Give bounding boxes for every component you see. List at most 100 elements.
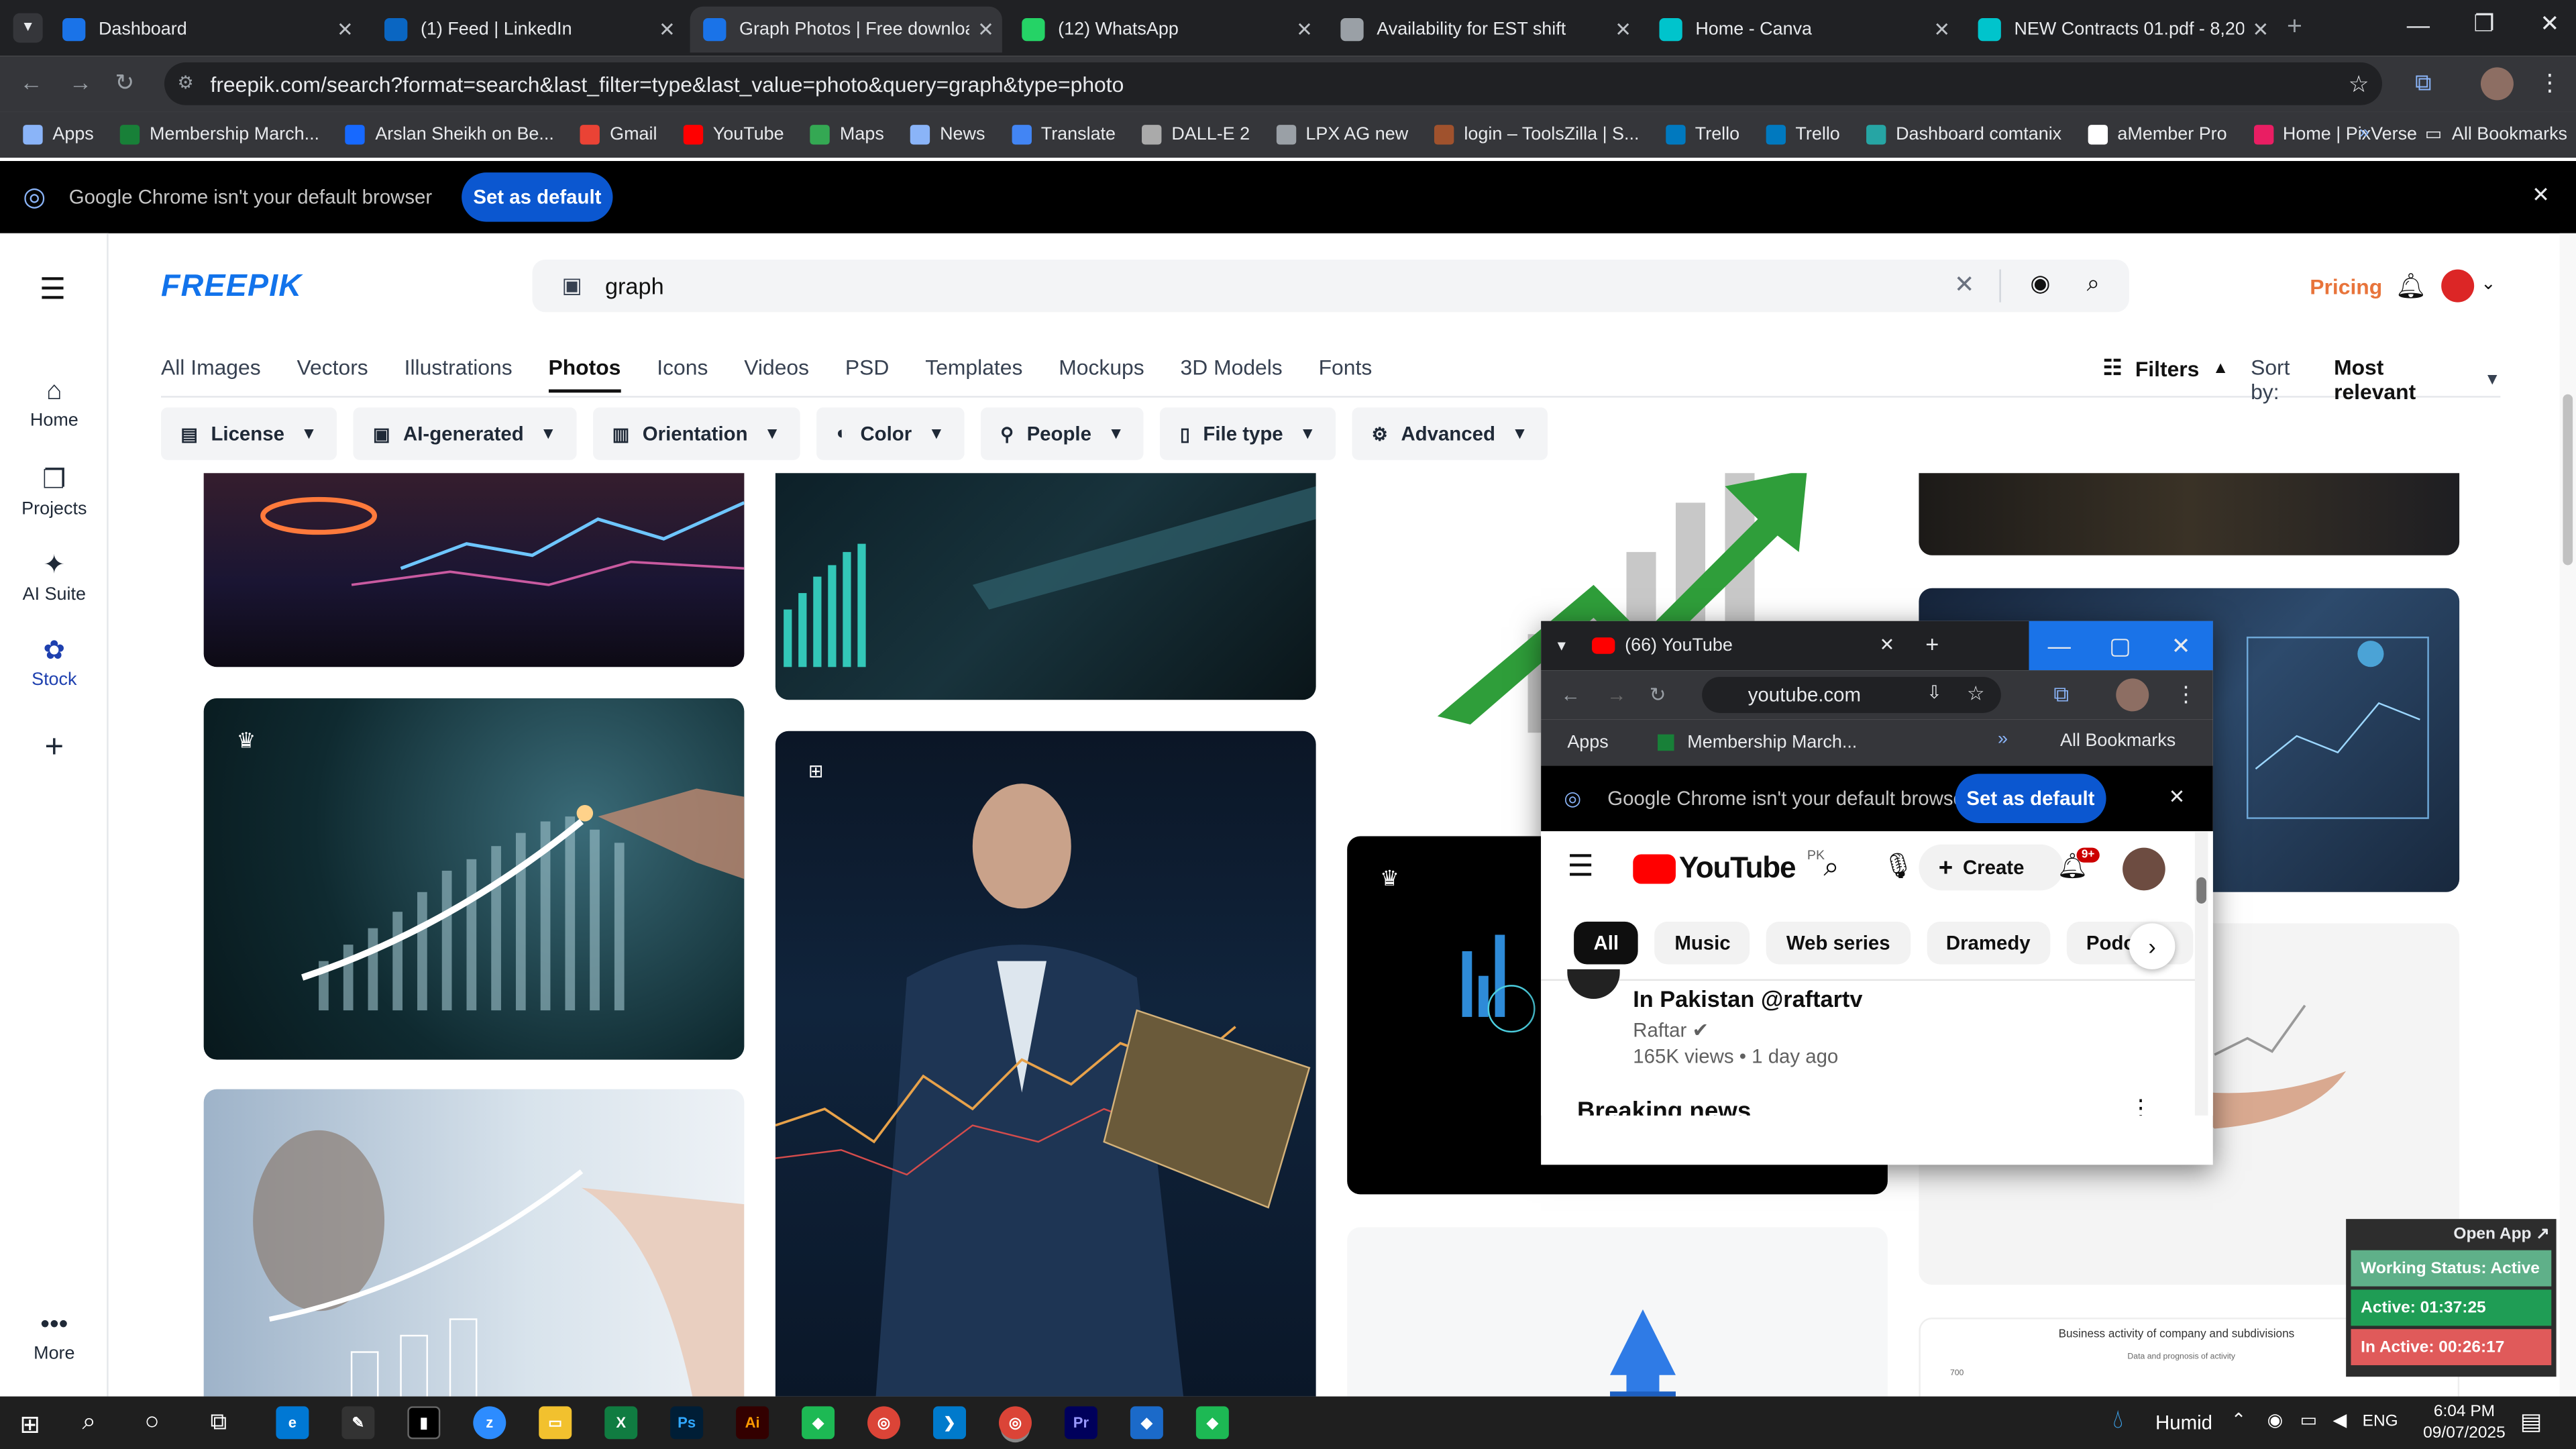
bookmark-item[interactable]: LPX AG new [1276,125,1408,145]
channel-name[interactable]: Raftar ✔ [1633,1018,1709,1041]
excel-icon[interactable]: X [604,1406,638,1440]
filter-chip[interactable]: ⚲ People ▼ [980,407,1144,460]
yt-back-icon[interactable]: ← [1561,684,1580,706]
hamburger-menu-icon[interactable]: ☰ [40,273,66,307]
yt-maximize-icon[interactable]: ▢ [2090,632,2151,660]
green-app-2-icon[interactable]: ◆ [1195,1406,1229,1440]
tab-close-icon[interactable]: ✕ [651,18,684,41]
category-tab[interactable]: All Images [161,354,261,379]
chrome-taskbar-icon[interactable]: ◎ [867,1406,901,1440]
menu-kebab-icon[interactable]: ⋮ [2538,69,2561,97]
language-indicator[interactable]: ENG [2363,1413,2398,1431]
tab-close-icon[interactable]: ✕ [1288,18,1321,41]
yt-chip[interactable]: Music [1654,921,1751,965]
image-card[interactable]: ⊞ [775,731,1316,1397]
yt-scrollbar-thumb[interactable] [2196,877,2206,904]
tray-chevron-icon[interactable]: ⌃ [2231,1409,2247,1431]
vscode-icon[interactable]: ❯ [933,1406,966,1440]
task-view-icon[interactable]: ⧉ [210,1408,226,1436]
tab-5[interactable]: Home - Canva ✕ [1646,7,1958,53]
tab-close-icon[interactable]: ✕ [329,18,362,41]
yt-tab-title[interactable]: (66) YouTube [1625,636,1733,655]
yt-all-bookmarks[interactable]: All Bookmarks [2060,731,2176,751]
install-app-icon[interactable]: ⇩ [1927,682,1942,703]
tab-2[interactable]: Graph Photos | Free download ✕ [690,6,1002,53]
image-card[interactable] [1919,473,2460,555]
freepik-logo[interactable]: FREEPIK [161,270,302,306]
clock[interactable]: 6:04 PM 09/07/2025 [2415,1401,2514,1444]
pen-tool-icon[interactable]: ✎ [341,1406,375,1440]
sort-control[interactable]: Sort by: Most relevant ▼ [2251,355,2500,404]
category-tab[interactable]: Mockups [1059,354,1144,379]
tab-search-icon[interactable]: ▾ [13,13,43,43]
sidebar-item-more[interactable]: ••• More [0,1311,109,1363]
image-card[interactable]: ♛ [203,698,745,1060]
yt-guide-menu-icon[interactable]: ☰ [1567,849,1594,883]
category-tab[interactable]: Videos [744,354,809,379]
search-icon[interactable]: ⌕ [2087,270,2100,298]
bookmark-star-icon[interactable]: ☆ [2349,70,2369,99]
bookmark-item[interactable]: Arslan Sheikh on Be... [345,125,554,145]
video-title[interactable]: In Pakistan @raftartv [1633,985,1862,1012]
sidebar-item-ai-suite[interactable]: ✦ AI Suite [0,549,109,604]
filter-chip[interactable]: ◐ Color ▼ [816,407,965,460]
yt-scrollbar[interactable] [2194,831,2208,1116]
youtube-logo[interactable]: YouTube [1679,851,1796,885]
image-card[interactable] [203,473,745,667]
windows-start-icon[interactable]: ⊞ [19,1409,40,1440]
site-info-icon[interactable]: ⚙ [177,72,193,93]
yt-address-bar[interactable]: youtube.com ⇩ ☆ [1702,676,2001,713]
notifications-bell-icon[interactable]: 🔔︎ [2396,271,2427,301]
yt-bookmark-apps[interactable]: Apps [1567,733,1608,752]
sidebar-item-projects[interactable]: ❐ Projects [0,464,109,519]
green-app-icon[interactable]: ◆ [802,1406,835,1440]
yt-tab-search-icon[interactable]: ▾ [1558,637,1566,655]
bookmark-item[interactable]: Maps [810,125,884,145]
tab-6[interactable]: NEW Contracts 01.pdf - 8,208 ✕ [1965,7,2277,53]
yt-search-icon[interactable]: ⌕ [1823,851,1839,884]
yt-new-tab-icon[interactable]: + [1925,631,1939,657]
infobar-close-icon[interactable]: ✕ [2532,182,2550,209]
tab-close-icon[interactable]: ✕ [1925,18,1958,41]
tab-0[interactable]: Dashboard ✕ [49,7,361,53]
weather-text[interactable]: Humid [2155,1411,2212,1434]
camera-search-icon[interactable]: ◉ [2030,270,2050,298]
yt-infobar-close-icon[interactable]: ✕ [2169,786,2186,808]
filter-chip[interactable]: ▥ Orientation ▼ [592,407,800,460]
forward-icon[interactable]: → [69,69,92,95]
image-card[interactable] [1347,1227,1888,1397]
search-input[interactable]: graph [605,273,664,299]
page-scrollbar-thumb[interactable] [2563,394,2573,566]
mic-icon[interactable]: 🎙︎ [1883,851,1915,881]
restore-icon[interactable]: ❐ [2451,10,2517,38]
illustrator-icon[interactable]: Ai [736,1406,769,1440]
weather-icon[interactable]: 💧︎ [2112,1406,2123,1436]
new-tab-button[interactable]: + [2287,13,2302,43]
yt-forward-icon[interactable]: → [1607,684,1626,706]
yt-menu-kebab-icon[interactable]: ⋮ [2175,682,2196,708]
clear-search-icon[interactable]: ✕ [1954,270,1975,299]
blue-app-icon[interactable]: ◆ [1130,1406,1163,1440]
sidebar-item-stock[interactable]: ✿ Stock [0,634,109,690]
profile-avatar[interactable] [2480,67,2514,101]
yt-bookmark-star-icon[interactable]: ☆ [1967,682,1984,704]
bookmark-item[interactable]: DALL-E 2 [1142,125,1250,145]
tab-close-icon[interactable]: ✕ [2244,18,2277,41]
yt-chip[interactable]: Dramedy [1926,921,2051,965]
yt-bookmark-membership[interactable]: Membership March... [1687,733,1857,752]
tab-1[interactable]: (1) Feed | LinkedIn ✕ [371,7,683,53]
volume-icon[interactable]: ◀ [2333,1409,2347,1431]
bookmark-item[interactable]: Apps [23,125,94,145]
section-menu-icon[interactable]: ⋮ [2129,1094,2152,1116]
photoshop-icon[interactable]: Ps [670,1406,704,1440]
bookmark-item[interactable]: login – ToolsZilla | S... [1434,125,1640,145]
image-card[interactable] [775,473,1316,700]
create-button[interactable]: + Create [1919,844,2063,891]
yt-chip[interactable]: Web series [1766,921,1910,965]
bookmark-item[interactable]: aMember Pro [2088,125,2227,145]
account-chevron-icon[interactable]: ⌄ [2481,273,2496,294]
zoom-icon[interactable]: z [473,1406,506,1440]
open-app-link[interactable]: Open App ↗ [2346,1219,2556,1247]
back-icon[interactable]: ← [19,69,42,95]
bookmark-item[interactable]: Trello [1766,125,1840,145]
